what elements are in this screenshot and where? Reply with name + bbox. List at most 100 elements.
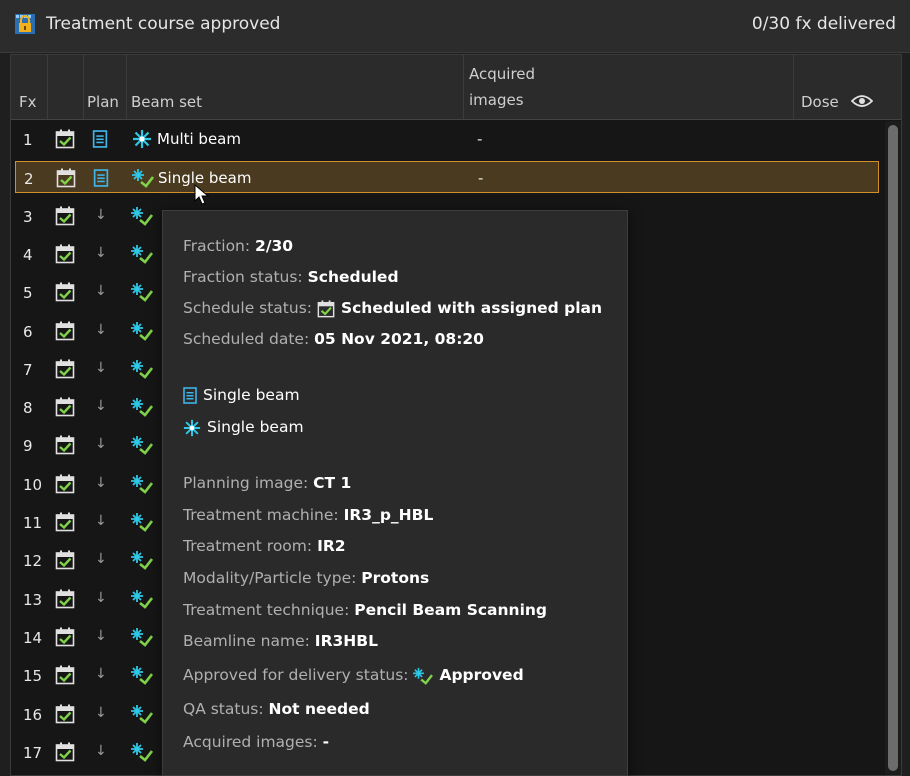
- tooltip-value: -: [322, 733, 330, 751]
- approved-beam-icon: [132, 169, 154, 189]
- eye-icon[interactable]: [851, 94, 873, 108]
- fraction-number: 8: [23, 399, 33, 418]
- calendar-check-icon: [55, 512, 75, 532]
- calendar-check-icon: [55, 550, 75, 570]
- tooltip-value: Protons: [361, 569, 430, 587]
- approved-beam-icon: [131, 627, 153, 647]
- fraction-number: 3: [23, 207, 33, 226]
- fraction-number: 2: [24, 170, 34, 189]
- column-header-acquired-line1[interactable]: Acquired: [469, 65, 535, 83]
- arrow-down-icon: ↓: [95, 704, 107, 721]
- arrow-down-icon: ↓: [95, 551, 107, 568]
- calendar-check-icon: [55, 244, 75, 264]
- calendar-check-icon: [317, 299, 335, 317]
- fraction-number: 5: [23, 284, 33, 303]
- fraction-number: 9: [23, 437, 33, 456]
- fraction-number: 10: [23, 475, 43, 494]
- approved-beam-icon: [131, 589, 153, 609]
- mouse-cursor-icon: [194, 184, 210, 205]
- column-header-plan[interactable]: Plan: [87, 93, 119, 111]
- table-row[interactable]: 1 Multi beam -: [15, 123, 879, 155]
- tooltip-plan-name: Single beam: [203, 386, 300, 404]
- scrollbar-thumb[interactable]: [888, 125, 898, 771]
- beam-set-icon: [183, 419, 201, 436]
- column-header-acquired-line2[interactable]: images: [469, 91, 524, 109]
- fraction-number: 12: [23, 552, 43, 571]
- approved-beam-icon: [131, 704, 153, 724]
- vertical-scrollbar[interactable]: [885, 121, 901, 775]
- arrow-down-icon: ↓: [95, 474, 107, 491]
- tooltip-label: Approved for delivery status:: [183, 666, 409, 684]
- approved-beam-icon: [131, 283, 153, 303]
- fraction-number: 14: [23, 628, 43, 647]
- tooltip-label: Modality/Particle type:: [183, 569, 357, 587]
- arrow-down-icon: ↓: [95, 666, 107, 683]
- plan-icon[interactable]: [92, 130, 108, 148]
- tooltip-label: Treatment room:: [183, 537, 313, 555]
- approved-beam-icon: [131, 398, 153, 417]
- tooltip-label: Treatment machine:: [183, 506, 339, 524]
- table-row[interactable]: 2 Single beam -: [15, 161, 879, 194]
- tooltip-value: Scheduled: [307, 268, 399, 286]
- tooltip-label: Fraction:: [183, 237, 251, 255]
- approved-beam-icon: [131, 666, 153, 686]
- calendar-check-icon: [55, 474, 75, 493]
- approved-beam-icon: [131, 321, 153, 341]
- arrow-down-icon: ↓: [95, 398, 107, 415]
- approved-beam-icon: [413, 667, 434, 685]
- tooltip-value: IR2: [317, 537, 346, 555]
- calendar-check-icon: [55, 282, 75, 302]
- approved-beam-icon: [131, 206, 153, 226]
- arrow-down-icon: ↓: [95, 589, 107, 606]
- course-header: Treatment course approved 0/30 fx delive…: [0, 0, 910, 53]
- tooltip-label: Acquired images:: [183, 733, 318, 751]
- tooltip-value: 05 Nov 2021, 08:20: [314, 330, 484, 348]
- calendar-check-icon: [55, 129, 75, 149]
- column-header-fx[interactable]: Fx: [19, 93, 37, 111]
- approved-beam-icon: [131, 436, 153, 456]
- fractions-delivered: 0/30 fx delivered: [751, 14, 896, 34]
- calendar-check-icon: [55, 397, 75, 417]
- fraction-number: 17: [23, 743, 43, 762]
- calendar-check-icon: [56, 168, 76, 188]
- arrow-down-icon: ↓: [95, 627, 107, 644]
- arrow-down-icon: ↓: [95, 244, 107, 261]
- arrow-down-icon: ↓: [95, 359, 107, 376]
- fraction-tooltip: Fraction: 2/30 Fraction status: Schedule…: [162, 210, 628, 776]
- beam-set-name: Multi beam: [157, 130, 241, 148]
- fraction-number: 13: [23, 590, 43, 609]
- fraction-number: 1: [23, 131, 33, 149]
- column-header-dose[interactable]: Dose: [801, 93, 839, 111]
- arrow-down-icon: ↓: [95, 742, 107, 759]
- tooltip-label: Schedule status:: [183, 299, 313, 317]
- calendar-check-icon: [55, 321, 75, 340]
- tooltip-label: Scheduled date:: [183, 330, 310, 348]
- plan-icon[interactable]: [93, 169, 109, 188]
- tooltip-label: Fraction status:: [183, 268, 303, 286]
- tooltip-value: Approved: [439, 666, 524, 684]
- fraction-number: 11: [23, 514, 43, 532]
- tooltip-label: Treatment technique:: [183, 601, 350, 619]
- arrow-down-icon: ↓: [95, 513, 107, 529]
- tooltip-value: Pencil Beam Scanning: [354, 601, 548, 619]
- calendar-check-icon: [55, 627, 75, 647]
- column-header-beam-set[interactable]: Beam set: [131, 93, 202, 111]
- table-header: Fx Plan Beam set Acquired images Dose: [11, 55, 901, 120]
- tooltip-value: Scheduled with assigned plan: [340, 299, 603, 317]
- tooltip-value: CT 1: [313, 474, 352, 492]
- approved-beam-icon: [131, 742, 153, 762]
- approved-beam-icon: [131, 359, 153, 379]
- tooltip-label: Planning image:: [183, 474, 309, 492]
- tooltip-value: IR3HBL: [314, 632, 378, 650]
- tooltip-beam-set-name: Single beam: [207, 418, 304, 436]
- calendar-check-icon: [55, 206, 75, 225]
- calendar-check-icon: [55, 589, 75, 608]
- locked-course-icon: [15, 14, 35, 34]
- acquired-images-value: -: [478, 169, 484, 188]
- approved-beam-icon: [131, 513, 153, 532]
- calendar-check-icon: [55, 665, 75, 685]
- calendar-check-icon: [55, 742, 75, 762]
- approved-beam-icon: [131, 474, 153, 494]
- arrow-down-icon: ↓: [95, 206, 107, 223]
- tooltip-label: Beamline name:: [183, 632, 310, 650]
